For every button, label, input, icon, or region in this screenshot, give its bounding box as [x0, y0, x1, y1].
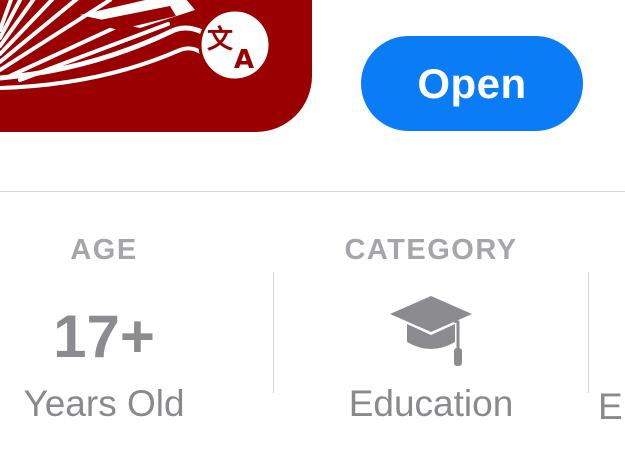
- next-subtitle: E: [598, 386, 623, 427]
- column-separator: [588, 272, 589, 393]
- graduation-cap-icon: [390, 296, 472, 366]
- age-value: 17+: [53, 303, 155, 370]
- age-info[interactable]: AGE 17+ Years Old: [0, 230, 208, 440]
- category-info[interactable]: CATEGORY Education: [278, 230, 584, 440]
- book-fan-graphic: 文 A: [0, 0, 272, 90]
- svg-text:A: A: [234, 45, 254, 75]
- age-subtitle: Years Old: [23, 383, 185, 424]
- translate-icon: 文 A: [198, 8, 272, 82]
- category-subtitle: Education: [348, 383, 514, 424]
- section-divider: [0, 191, 625, 192]
- svg-text:文: 文: [207, 24, 234, 55]
- app-icon[interactable]: 文 A: [0, 0, 312, 132]
- open-button[interactable]: Open: [361, 36, 583, 131]
- age-header: AGE: [70, 234, 138, 266]
- category-header: CATEGORY: [344, 234, 518, 266]
- app-page: 文 A Open AGE 17+ Years Old CATEGORY Educ…: [0, 0, 625, 455]
- next-info[interactable]: E: [598, 230, 625, 440]
- column-separator: [273, 272, 274, 393]
